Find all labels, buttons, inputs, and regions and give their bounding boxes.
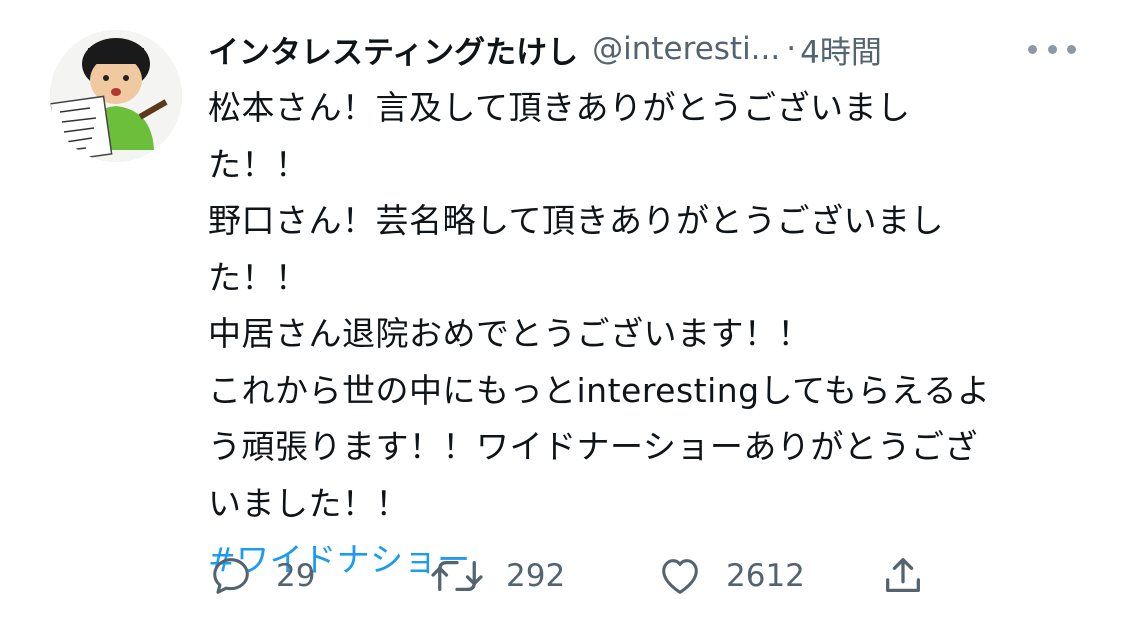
share-icon <box>886 558 920 593</box>
more-options-icon[interactable] <box>1028 33 1076 65</box>
tweet-line: 松本さん！言及して頂きありがとうございまし <box>208 88 911 127</box>
retweet-button[interactable]: 292 <box>430 548 565 604</box>
tweet-actions: 29 292 2612 <box>208 548 1108 604</box>
heart-icon <box>662 559 698 594</box>
author-name[interactable]: インタレスティングたけし <box>208 27 578 72</box>
avatar-illustration <box>50 30 182 162</box>
reply-button[interactable]: 29 <box>208 548 315 604</box>
tweet-time[interactable]: 4時間 <box>800 27 882 72</box>
tweet-line: た！！ <box>208 144 309 184</box>
avatar[interactable] <box>50 30 182 162</box>
share-button[interactable] <box>880 548 926 604</box>
tweet-line: 中居さん退院おめでとうございます！！ <box>208 314 811 353</box>
tweet-header: インタレスティングたけし @interesti... · 4時間 <box>208 24 1088 74</box>
tweet-line: 野口さん！芸名略して頂きありがとうございまし <box>208 201 945 240</box>
avatar-sign <box>50 95 113 162</box>
more-dot <box>1028 44 1037 54</box>
tweet-text: 松本さん！言及して頂きありがとうございまし た！！ 野口さん！芸名略して頂きあり… <box>208 80 1098 589</box>
more-dot <box>1047 44 1057 54</box>
tweet-line: これから世の中にもっとinterestingしてもらえるよ <box>208 370 991 410</box>
author-handle[interactable]: @interesti... <box>592 31 780 67</box>
tweet-line: た！！ <box>208 257 309 297</box>
more-dot <box>1067 44 1076 54</box>
retweet-count: 292 <box>506 558 566 594</box>
reply-icon <box>213 558 249 594</box>
retweet-icon <box>431 560 483 592</box>
like-button[interactable]: 2612 <box>656 548 805 604</box>
reply-count: 29 <box>276 558 316 594</box>
separator-dot: · <box>786 31 797 67</box>
like-count: 2612 <box>726 558 805 594</box>
tweet-line: う頑張ります！！ワイドナーショーありがとうござ <box>208 427 978 466</box>
tweet-line: いました！！ <box>208 483 409 523</box>
